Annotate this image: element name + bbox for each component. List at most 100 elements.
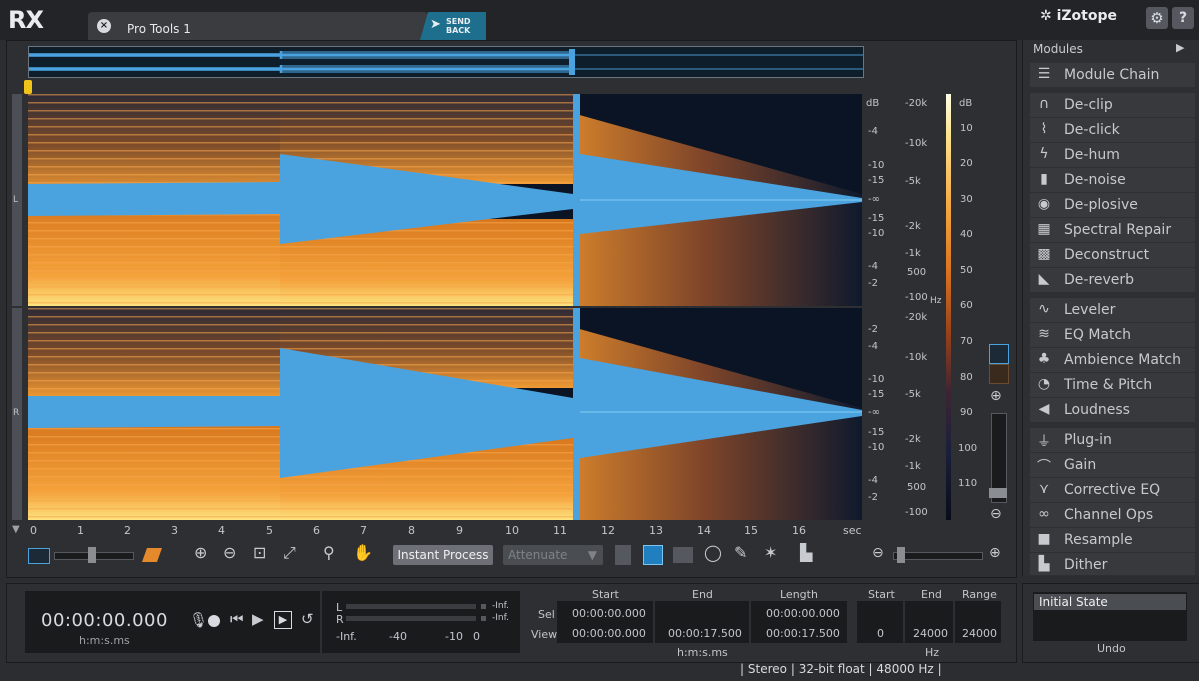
brush-icon[interactable]: ✎ [734, 543, 747, 562]
view-end-value: 00:00:17.500 [668, 627, 742, 640]
spectrum-analyzer-icon[interactable]: ▙ [800, 543, 812, 562]
horizontal-zoom-thumb[interactable] [897, 547, 905, 563]
spectrogram-view-toggle[interactable] [989, 364, 1009, 384]
color-scale-9: 90 [960, 407, 973, 418]
waveform-view-toggle[interactable] [989, 344, 1009, 364]
sel-header-length: Length [780, 588, 818, 601]
scroll-down-icon[interactable]: ▼ [12, 524, 20, 535]
module-label: Dither [1064, 557, 1108, 573]
freq-range-value: 24000 [962, 627, 997, 640]
gear-icon[interactable]: ⚙ [1146, 7, 1168, 29]
clip-indicator-left[interactable] [481, 604, 486, 609]
zoom-out-horizontal-icon[interactable]: ⊖ [872, 545, 884, 561]
brand-logo: ✲ iZotope [1040, 8, 1118, 24]
module-label: Plug-in [1064, 432, 1112, 448]
blend-slider-thumb[interactable] [88, 547, 96, 563]
record-mic-icon[interactable]: 🎙 [189, 611, 208, 629]
lasso-icon[interactable]: ◯ [704, 543, 722, 562]
freq-unit: Hz [925, 646, 940, 659]
modules-expand-icon[interactable]: ▶ [1176, 41, 1184, 54]
spectrogram-left[interactable] [28, 94, 862, 306]
module-label: Time & Pitch [1064, 377, 1153, 393]
skip-back-icon[interactable]: ⏮ [230, 610, 244, 628]
time-tick: 3 [171, 524, 178, 537]
freq-header-start: Start [868, 588, 895, 601]
sel-header-end: End [692, 588, 713, 601]
meter-bar-right [346, 616, 476, 621]
help-icon[interactable]: ? [1172, 7, 1194, 29]
close-tab-icon[interactable]: × [97, 19, 111, 33]
deconstruct-icon: ▩ [1037, 246, 1051, 262]
freq-header-range: Range [962, 588, 997, 601]
freq-header-end: End [921, 588, 942, 601]
meter-label-right: R [336, 613, 344, 626]
channel-ops-icon: ∞ [1038, 506, 1050, 522]
color-scale-2: 20 [960, 158, 973, 169]
db-scale-left-0: dB [866, 98, 880, 109]
time-tick: 7 [360, 524, 367, 537]
module-label: De-plosive [1064, 197, 1138, 213]
frequency-selection-tool[interactable] [673, 547, 693, 563]
playhead-marker[interactable] [24, 80, 32, 94]
module-label: Module Chain [1064, 67, 1160, 83]
zoom-out-icon[interactable]: ⊖ [223, 543, 236, 562]
db-scale-left-5: -15 [868, 213, 885, 224]
spectrogram-right[interactable] [28, 308, 862, 520]
time-frequency-selection-tool[interactable] [643, 545, 663, 565]
hz-scale-right-0: -20k [905, 312, 928, 323]
hz-scale-right-5: 500 [907, 482, 927, 493]
status-divider: | [790, 662, 795, 676]
zoom-in-horizontal-icon[interactable]: ⊕ [989, 545, 1001, 561]
sel-start-value: 00:00:00.000 [572, 607, 646, 620]
brand-name: iZotope [1056, 8, 1118, 24]
zoom-in-vertical-icon[interactable]: ⊕ [990, 388, 1002, 404]
play-selection-icon[interactable]: ▶ [274, 611, 292, 629]
attenuate-dropdown[interactable]: Attenuate ▼ [503, 545, 603, 565]
zoom-in-icon[interactable]: ⊕ [194, 543, 207, 562]
magnify-icon[interactable]: ⚲ [323, 543, 335, 562]
time-tick: 10 [505, 524, 519, 537]
status-sample-rate: 48000 Hz [876, 662, 934, 676]
db-scale-right-2: -10 [868, 374, 885, 385]
tab-title[interactable]: Pro Tools 1 [127, 22, 191, 36]
de-click-icon: ⌇ [1040, 121, 1048, 137]
waveform-opacity-icon[interactable] [28, 548, 50, 564]
de-noise-icon: ▮ [1040, 171, 1048, 187]
de-hum-icon: ϟ [1039, 146, 1049, 162]
meter-scale: 0 [473, 630, 480, 643]
hz-scale-right-2: -5k [905, 389, 921, 400]
status-bar: | Stereo | 32-bit float | 48000 Hz | [740, 662, 942, 676]
db-scale-right-4: -∞ [868, 407, 880, 418]
module-label: De-click [1064, 122, 1120, 138]
time-selection-tool[interactable] [615, 545, 631, 565]
db-scale-right-7: -4 [868, 475, 878, 486]
instant-process-button[interactable]: Instant Process [393, 545, 493, 565]
waveform-overview[interactable] [28, 46, 864, 78]
zoom-out-vertical-icon[interactable]: ⊖ [990, 506, 1002, 522]
zoom-selection-icon[interactable]: ⊡ [253, 543, 266, 562]
vertical-zoom-thumb[interactable] [989, 488, 1007, 498]
clip-indicator-right[interactable] [481, 616, 486, 621]
channel-label-left: L [13, 195, 19, 205]
color-scale-5: 50 [960, 265, 973, 276]
undo-history-item[interactable]: Initial State [1034, 594, 1186, 610]
color-scale-4: 40 [960, 229, 973, 240]
record-icon[interactable] [208, 615, 220, 627]
hz-scale-left-6: -100 [905, 292, 928, 303]
db-scale-right-0: -2 [868, 324, 878, 335]
send-icon: ➤ [430, 17, 441, 32]
zoom-fit-icon[interactable]: ⤢ [283, 543, 296, 563]
de-reverb-icon: ◣ [1038, 271, 1050, 287]
loop-icon[interactable]: ↺ [301, 610, 314, 628]
time-axis: 0 1 2 3 4 5 6 7 8 9 10 11 12 13 14 15 16… [28, 522, 862, 540]
magic-wand-icon[interactable]: ✶ [764, 543, 777, 562]
play-icon[interactable]: ▶ [252, 610, 264, 628]
status-divider: | [937, 662, 942, 676]
sel-row-label: Sel [538, 608, 555, 621]
time-tick: 2 [124, 524, 131, 537]
horizontal-zoom-slider[interactable] [893, 552, 983, 560]
hand-tool-icon[interactable]: ✋ [353, 543, 373, 562]
module-label: De-noise [1064, 172, 1126, 188]
time-unit: sec [843, 524, 862, 537]
module-label: Resample [1064, 532, 1133, 548]
